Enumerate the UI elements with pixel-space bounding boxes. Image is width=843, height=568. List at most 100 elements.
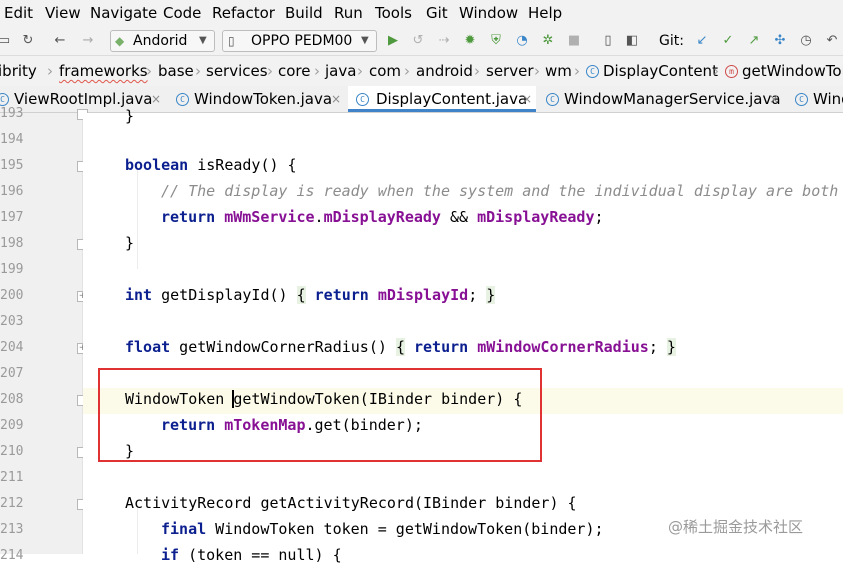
tab-windowtoken[interactable]: C WindowToken.java ×: [176, 86, 346, 112]
line-number: 207: [0, 366, 24, 381]
phone-icon: ▯: [228, 34, 235, 48]
menu-view[interactable]: View: [45, 4, 81, 22]
apply-changes-icon[interactable]: ↺: [410, 33, 426, 49]
line-number: 200: [0, 288, 24, 303]
breadcrumb-separator: ›: [267, 62, 273, 80]
breadcrumb-item[interactable]: java: [325, 62, 356, 80]
code-line: boolean isReady() {: [125, 156, 297, 174]
class-icon: C: [586, 65, 599, 78]
menu-build[interactable]: Build: [285, 4, 323, 22]
close-icon[interactable]: ×: [151, 86, 161, 112]
breadcrumb-item[interactable]: DisplayContent: [603, 62, 718, 80]
rollback-icon[interactable]: ↶: [824, 33, 840, 49]
coverage-icon[interactable]: ⛨: [488, 33, 504, 49]
tab-displaycontent[interactable]: C DisplayContent.java ×: [348, 86, 536, 112]
line-number: 194: [0, 132, 24, 147]
close-icon[interactable]: ×: [522, 86, 532, 112]
git-commit-icon[interactable]: ✓: [720, 33, 736, 49]
code-editor[interactable]: } boolean isReady() { // The display is …: [83, 107, 843, 564]
tab-window-truncated[interactable]: C Wind: [795, 86, 843, 112]
indent-guide: [137, 165, 138, 269]
line-number: 195: [0, 158, 24, 173]
git-fetch-icon[interactable]: ✣: [772, 33, 788, 49]
breadcrumb-separator: ›: [534, 62, 540, 80]
line-number: 212: [0, 496, 24, 511]
menu-edit[interactable]: Edit: [4, 4, 33, 22]
chevron-down-icon: ▼: [361, 35, 369, 46]
profile-icon[interactable]: ◔: [514, 33, 530, 49]
sdk-manager-icon[interactable]: ◧: [624, 33, 640, 49]
line-number: 211: [0, 470, 24, 485]
line-number: 213: [0, 522, 24, 537]
menu-help[interactable]: Help: [528, 4, 562, 22]
breadcrumb-separator: ›: [574, 62, 580, 80]
breadcrumb-separator: ›: [195, 62, 201, 80]
back-arrow-icon[interactable]: ←: [52, 33, 68, 49]
line-number-gutter: [0, 113, 83, 554]
breadcrumb-separator: ›: [357, 62, 363, 80]
chevron-down-icon: ▼: [199, 35, 207, 46]
line-number: 203: [0, 314, 24, 329]
run-config-select[interactable]: ◆ Andorid ▼: [110, 30, 215, 52]
git-update-icon[interactable]: ↙: [694, 33, 710, 49]
class-icon: C: [0, 93, 9, 106]
debug-icon[interactable]: ✹: [462, 33, 478, 49]
breadcrumb-item[interactable]: server: [486, 62, 533, 80]
code-line: int getDisplayId() { return mDisplayId; …: [125, 286, 496, 304]
line-number: 214: [0, 548, 24, 563]
stop-icon[interactable]: ■: [566, 33, 582, 49]
tab-label: DisplayContent.java: [376, 90, 528, 108]
breadcrumb-item[interactable]: frameworks: [59, 62, 148, 80]
line-number: 198: [0, 236, 24, 251]
menu-run[interactable]: Run: [334, 4, 363, 22]
breadcrumb-item[interactable]: base: [158, 62, 194, 80]
breadcrumb-item[interactable]: ibrity: [0, 62, 37, 80]
line-number: 199: [0, 262, 24, 277]
breadcrumb-item[interactable]: com: [369, 62, 401, 80]
menu-window[interactable]: Window: [459, 4, 518, 22]
breadcrumb-item[interactable]: getWindowTok: [742, 62, 843, 80]
code-line: }: [125, 107, 135, 125]
device-select[interactable]: ▯ OPPO PEDM00 ▼: [222, 30, 377, 52]
tab-label: Wind: [813, 90, 843, 108]
sync-icon[interactable]: ↻: [20, 33, 36, 49]
tab-label: WindowManagerService.java: [564, 90, 781, 108]
apply-code-changes-icon[interactable]: ⇢: [436, 33, 452, 49]
breadcrumb-separator: ›: [146, 62, 152, 80]
code-line: float getWindowCornerRadius() { return m…: [125, 338, 676, 356]
breadcrumb-separator: ›: [314, 62, 320, 80]
run-icon[interactable]: ▶: [385, 33, 401, 49]
code-line: final WindowToken token = getWindowToken…: [161, 520, 604, 538]
close-icon[interactable]: ×: [331, 86, 341, 112]
code-line: ActivityRecord getActivityRecord(IBinder…: [125, 494, 577, 512]
highlight-box: [98, 368, 542, 462]
attach-debugger-icon[interactable]: ✲: [540, 33, 556, 49]
device-manager-icon[interactable]: ▯: [600, 33, 616, 49]
menu-navigate[interactable]: Navigate: [90, 4, 157, 22]
line-number: 193: [0, 106, 24, 121]
menu-tools[interactable]: Tools: [375, 4, 412, 22]
code-line: return mWmService.mDisplayReady && mDisp…: [161, 208, 604, 226]
tab-windowmanagerservice[interactable]: C WindowManagerService.java ×: [546, 86, 784, 112]
line-number: 196: [0, 184, 24, 199]
class-icon: C: [795, 93, 808, 106]
save-icon[interactable]: ▭: [0, 33, 12, 49]
breadcrumb-separator: ›: [474, 62, 480, 80]
breadcrumb-item[interactable]: android: [416, 62, 473, 80]
menu-git[interactable]: Git: [426, 4, 448, 22]
breadcrumb: ibrity › frameworks › base › services › …: [0, 55, 843, 86]
breadcrumb-item[interactable]: wm: [545, 62, 572, 80]
breadcrumb-item[interactable]: core: [278, 62, 311, 80]
close-icon[interactable]: ×: [769, 86, 779, 112]
menu-code[interactable]: Code: [163, 4, 201, 22]
breadcrumb-item[interactable]: services: [206, 62, 268, 80]
code-line: }: [125, 234, 135, 252]
android-icon: ◆: [115, 34, 125, 48]
history-icon[interactable]: ◷: [798, 33, 814, 49]
menu-refactor[interactable]: Refactor: [212, 4, 275, 22]
line-number: 197: [0, 210, 24, 225]
git-push-icon[interactable]: ↗: [746, 33, 762, 49]
class-icon: C: [356, 93, 369, 106]
forward-arrow-icon[interactable]: →: [80, 33, 96, 49]
line-number: 208: [0, 392, 24, 407]
